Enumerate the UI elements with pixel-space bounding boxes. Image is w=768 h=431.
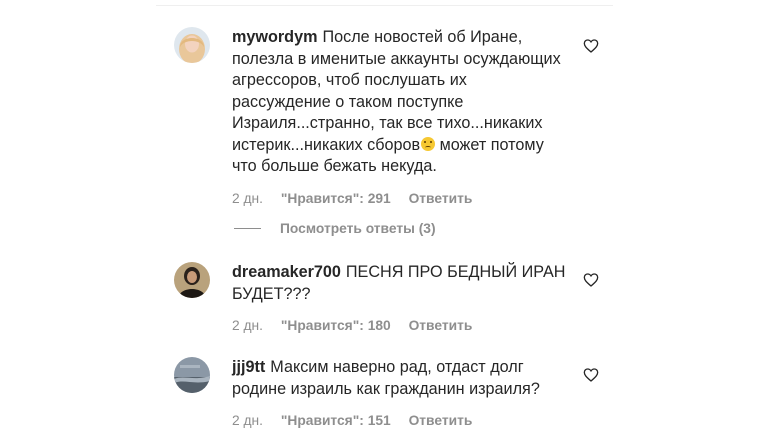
- username[interactable]: jjj9tt: [232, 358, 265, 376]
- reply-button[interactable]: Ответить: [409, 412, 473, 430]
- avatar[interactable]: [174, 27, 210, 63]
- heart-outline-icon[interactable]: [583, 272, 599, 288]
- comment-body: jjj9tt Максим наверно рад, отдаст долг ро…: [232, 357, 567, 430]
- likes-count[interactable]: "Нравится": 180: [281, 317, 391, 335]
- comment-body: mywordym После новостей об Иране, полезла…: [232, 27, 567, 208]
- reply-button[interactable]: Ответить: [409, 190, 473, 208]
- view-replies-button[interactable]: Посмотреть ответы (3): [234, 219, 436, 237]
- reply-button[interactable]: Ответить: [409, 317, 473, 335]
- comment-content: Максим наверно рад, отдаст долг родине и…: [232, 358, 540, 398]
- username[interactable]: mywordym: [232, 28, 317, 46]
- comment-body: dreamaker700 ПЕСНЯ ПРО БЕДНЫЙ ИРАН БУДЕТ?…: [232, 262, 567, 335]
- username[interactable]: dreamaker700: [232, 263, 341, 281]
- comment-time[interactable]: 2 дн.: [232, 317, 263, 335]
- comment-meta: 2 дн. "Нравится": 151 Ответить: [232, 412, 567, 430]
- top-divider: [156, 5, 613, 6]
- pleading-face-emoji: [421, 136, 436, 151]
- comment-time[interactable]: 2 дн.: [232, 190, 263, 208]
- comment-text: jjj9tt Максим наверно рад, отдаст долг ро…: [232, 357, 567, 400]
- comment-text: dreamaker700 ПЕСНЯ ПРО БЕДНЫЙ ИРАН БУДЕТ?…: [232, 262, 567, 305]
- comment-text: mywordym После новостей об Иране, полезла…: [232, 27, 567, 178]
- heart-outline-icon[interactable]: [583, 38, 599, 54]
- comment-time[interactable]: 2 дн.: [232, 412, 263, 430]
- avatar[interactable]: [174, 262, 210, 298]
- heart-outline-icon[interactable]: [583, 367, 599, 383]
- comment-meta: 2 дн. "Нравится": 180 Ответить: [232, 317, 567, 335]
- avatar[interactable]: [174, 357, 210, 393]
- replies-divider-line: [234, 227, 261, 229]
- likes-count[interactable]: "Нравится": 291: [281, 190, 391, 208]
- likes-count[interactable]: "Нравится": 151: [281, 412, 391, 430]
- view-replies-label[interactable]: Посмотреть ответы (3): [280, 221, 436, 236]
- comment-meta: 2 дн. "Нравится": 291 Ответить: [232, 190, 567, 208]
